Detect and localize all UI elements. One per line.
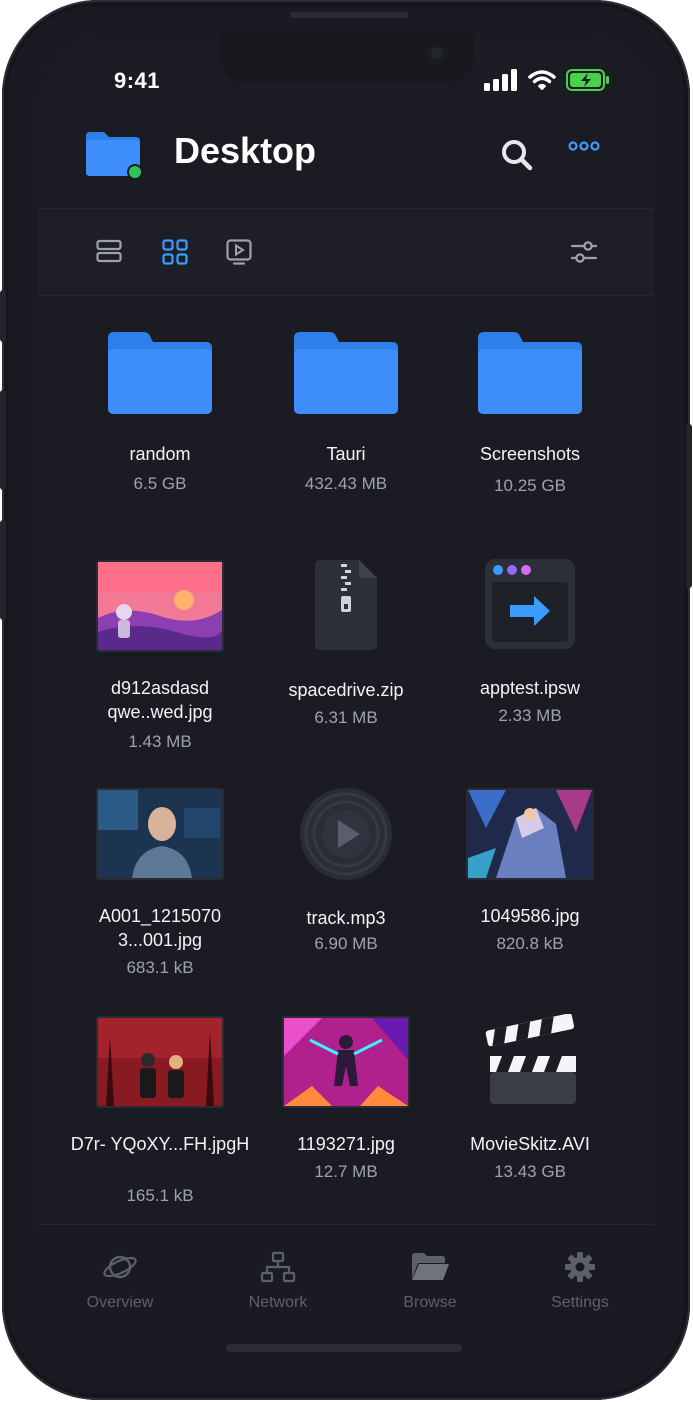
grid-view-icon[interactable]	[162, 239, 188, 265]
status-bar: 9:41	[38, 34, 654, 114]
phone-frame: 9:41 Desktop random 6.5 GB Tauri 432.43 …	[0, 0, 692, 1400]
tab-browse[interactable]: Browse	[360, 1251, 500, 1312]
image-thumbnail	[96, 1016, 224, 1108]
planet-icon	[103, 1255, 137, 1279]
file-name: A001_1215070 3...001.jpg	[98, 906, 222, 950]
folder-icon	[294, 332, 398, 414]
page-title: Desktop	[174, 130, 317, 171]
file-size: 6.5 GB	[133, 474, 187, 493]
tab-label: Overview	[86, 1294, 154, 1311]
image-thumbnail	[282, 1016, 410, 1108]
screen: 9:41 Desktop random 6.5 GB Tauri 432.43 …	[38, 34, 654, 1364]
status-time: 9:41	[114, 68, 161, 93]
search-icon[interactable]	[500, 138, 534, 172]
image-thumbnail	[96, 788, 224, 880]
grid-item-apptest-ipsw[interactable]: apptest.ipsw 2.33 MB	[438, 558, 622, 758]
grid-item-d912-jpg[interactable]: d912asdasd qwe..wed.jpg 1.43 MB	[68, 558, 252, 758]
gear-icon	[565, 1252, 595, 1282]
wifi-icon	[528, 70, 556, 90]
header: Desktop	[38, 118, 654, 208]
file-name: spacedrive.zip	[288, 680, 404, 700]
tab-network[interactable]: Network	[208, 1251, 348, 1312]
file-size: 10.25 GB	[494, 476, 566, 495]
file-size: 6.31 MB	[314, 708, 378, 727]
folder-open-icon	[412, 1253, 449, 1280]
silent-switch	[0, 290, 6, 342]
file-size: 6.90 MB	[314, 934, 378, 953]
app-file-icon	[485, 559, 575, 649]
view-toolbar	[38, 209, 654, 295]
grid-item-1049586-jpg[interactable]: 1049586.jpg 820.8 kB	[438, 786, 622, 986]
audio-disc-icon	[300, 788, 392, 880]
location-folder-icon	[86, 132, 143, 180]
home-indicator[interactable]	[226, 1344, 462, 1352]
video-clapperboard-icon	[485, 1014, 576, 1104]
cellular-signal-icon	[484, 69, 517, 91]
file-name: d912asdasd qwe..wed.jpg	[107, 678, 213, 722]
grid-item-a001-jpg[interactable]: A001_1215070 3...001.jpg 683.1 kB	[68, 786, 252, 986]
tab-label: Network	[248, 1294, 308, 1311]
image-thumbnail	[96, 560, 224, 652]
file-size: 2.33 MB	[498, 706, 562, 725]
file-name: apptest.ipsw	[479, 678, 581, 698]
more-options-icon[interactable]	[568, 140, 600, 152]
volume-down-button	[0, 520, 6, 620]
grid-item-screenshots[interactable]: Screenshots 10.25 GB	[438, 320, 622, 510]
file-name: D7r- YQoXY...FH.jpgH	[70, 1134, 250, 1154]
file-size: 165.1 kB	[126, 1186, 194, 1205]
battery-charging-icon	[566, 69, 609, 91]
file-size: 12.7 MB	[314, 1162, 378, 1181]
file-name: Screenshots	[479, 444, 581, 464]
file-size: 432.43 MB	[304, 474, 388, 493]
grid-item-1193271-jpg[interactable]: 1193271.jpg 12.7 MB	[254, 1014, 438, 1224]
earpiece-speaker	[290, 12, 408, 18]
grid-item-random[interactable]: random 6.5 GB	[68, 320, 252, 510]
volume-up-button	[0, 390, 6, 490]
file-name: MovieSkitz.AVI	[470, 1134, 590, 1154]
tab-label: Settings	[551, 1294, 609, 1311]
grid-item-d7r-jpg[interactable]: D7r- YQoXY...FH.jpgH 165.1 kB	[68, 1014, 252, 1224]
grid-item-spacedrive-zip[interactable]: spacedrive.zip 6.31 MB	[254, 558, 438, 758]
file-name: track.mp3	[306, 908, 386, 928]
file-name: Tauri	[326, 444, 366, 464]
file-size: 13.43 GB	[494, 1162, 566, 1181]
zip-archive-icon	[315, 560, 377, 650]
image-thumbnail	[466, 788, 594, 880]
file-size: 683.1 kB	[126, 958, 194, 977]
tab-label: Browse	[403, 1294, 457, 1311]
file-name: random	[129, 444, 191, 464]
file-name: 1193271.jpg	[297, 1134, 395, 1154]
tab-settings[interactable]: Settings	[510, 1251, 650, 1312]
file-grid: random 6.5 GB Tauri 432.43 MB Screenshot…	[38, 296, 654, 1224]
grid-item-movieskitz-avi[interactable]: MovieSkitz.AVI 13.43 GB	[438, 1014, 622, 1224]
filter-settings-icon[interactable]	[570, 239, 598, 265]
tab-overview[interactable]: Overview	[50, 1251, 190, 1312]
file-size: 1.43 MB	[128, 732, 192, 751]
folder-icon	[478, 332, 582, 414]
file-size: 820.8 kB	[496, 934, 564, 953]
grid-item-tauri[interactable]: Tauri 432.43 MB	[254, 320, 438, 510]
grid-item-track-mp3[interactable]: track.mp3 6.90 MB	[254, 786, 438, 986]
media-view-icon[interactable]	[226, 239, 252, 265]
folder-icon	[108, 332, 212, 414]
list-view-icon[interactable]	[96, 239, 122, 263]
network-icon	[260, 1251, 296, 1283]
tab-bar: Overview Network Browse Settings	[38, 1224, 654, 1364]
power-button	[686, 424, 692, 588]
file-name: 1049586.jpg	[480, 906, 580, 926]
